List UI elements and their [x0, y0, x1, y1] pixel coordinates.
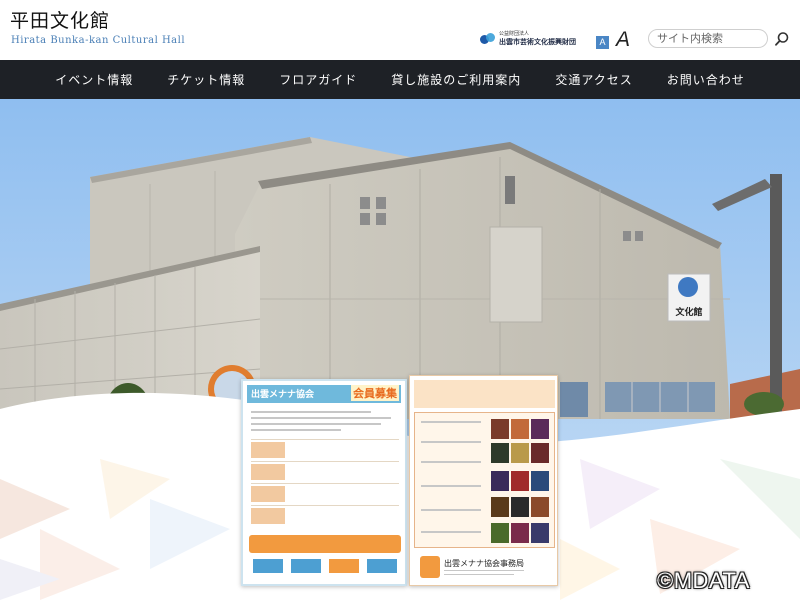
flyer-association-events: 出雲メナナ協会事務局	[409, 375, 558, 586]
nav-item-facility-rental[interactable]: 貸し施設のご利用案内	[374, 71, 538, 88]
font-size-small-button[interactable]: A	[596, 36, 609, 49]
site-header: 平田文化館 Hirata Bunka-kan Cultural Hall 公益財…	[0, 0, 800, 60]
search-icon[interactable]	[774, 31, 790, 47]
copyright-watermark: ©MDATA	[657, 568, 750, 593]
font-size-large-button[interactable]: A	[616, 28, 630, 52]
flyer-right-footer: 出雲メナナ協会事務局	[420, 554, 550, 582]
flyer-left-banner	[249, 535, 401, 553]
nav-item-contact[interactable]: お問い合わせ	[650, 71, 762, 88]
flyer-right-content	[414, 412, 555, 548]
site-title[interactable]: 平田文化館	[10, 6, 110, 33]
nav-item-floor-guide[interactable]: フロアガイド	[262, 71, 374, 88]
foundation-logo-text: 公益財団法人 出雲市芸術文化振興財団	[499, 32, 576, 46]
hero-image: 文化館 出雲メナナ協会 会員募集 出雲メナナ協会事務局 ©MDATA	[0, 99, 800, 600]
nav-item-access[interactable]: 交通アクセス	[538, 71, 649, 88]
search-input[interactable]	[648, 29, 768, 48]
foundation-logo-icon	[480, 32, 496, 46]
nav-item-events[interactable]: イベント情報	[38, 71, 150, 88]
global-nav: イベント情報 チケット情報 フロアガイド 貸し施設のご利用案内 交通アクセス お…	[0, 60, 800, 99]
flyer-member-recruitment: 出雲メナナ協会 会員募集	[241, 379, 407, 586]
flyer-left-title: 出雲メナナ協会	[251, 390, 315, 400]
flyer-right-header	[414, 380, 555, 408]
foundation-name: 出雲市芸術文化振興財団	[499, 38, 576, 46]
foundation-type: 公益財団法人	[499, 31, 530, 37]
flyer-left-table	[251, 439, 399, 531]
foundation-logo-link[interactable]: 公益財団法人 出雲市芸術文化振興財団	[480, 27, 588, 51]
building-sign-text: 文化館	[674, 306, 702, 318]
site-subtitle[interactable]: Hirata Bunka-kan Cultural Hall	[11, 35, 185, 46]
nav-item-tickets[interactable]: チケット情報	[150, 71, 262, 88]
flyer-right-footer-text: 出雲メナナ協会事務局	[444, 559, 524, 568]
flyer-left-recruit: 会員募集	[351, 385, 399, 401]
